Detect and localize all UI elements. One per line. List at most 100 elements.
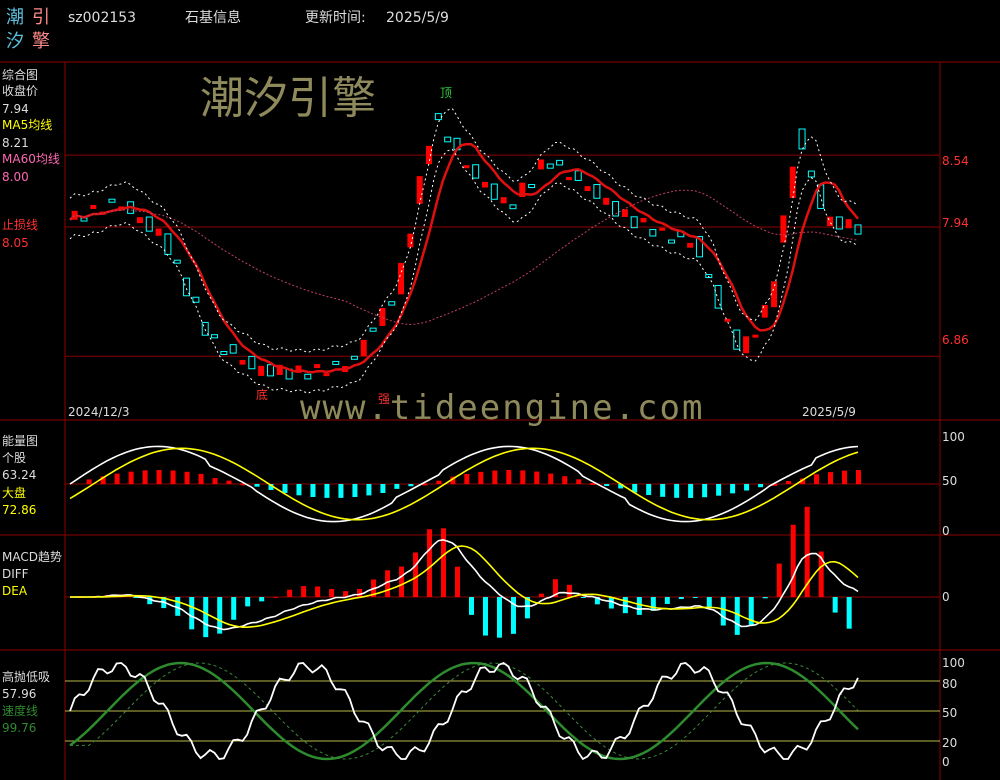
energy-bar xyxy=(464,473,470,484)
macd-bar xyxy=(734,597,740,635)
energy-title: 能量图 xyxy=(2,434,39,448)
close-label: 收盘价 xyxy=(2,84,39,98)
osc-tick: 0 xyxy=(942,755,950,769)
energy-bar xyxy=(380,484,386,494)
speed-label: 速度线 xyxy=(2,704,39,718)
candle-down xyxy=(145,216,153,232)
candle-down xyxy=(854,224,862,235)
candle-down xyxy=(798,128,806,150)
macd-bar xyxy=(413,552,419,597)
energy-bar xyxy=(758,484,764,488)
url-watermark: www.tideengine.com xyxy=(300,388,705,428)
candle-down xyxy=(229,344,237,354)
start-date: 2024/12/3 xyxy=(68,405,130,419)
bottom-mark: 底 xyxy=(256,388,269,402)
candle-up xyxy=(780,215,787,243)
logo-char: 潮 xyxy=(6,7,24,28)
candle-up xyxy=(687,242,694,248)
macd-bar xyxy=(315,586,321,597)
candle-up xyxy=(659,227,666,231)
osc-tick: 50 xyxy=(942,706,958,720)
energy-tick: 50 xyxy=(942,474,958,488)
macd-tick: 0 xyxy=(942,590,950,604)
macd-bar xyxy=(245,597,251,607)
macd-title: MACD趋势 xyxy=(2,550,62,564)
macd-bar xyxy=(329,589,335,597)
logo: 潮 引 汐 擎 xyxy=(6,6,58,56)
candle-down xyxy=(649,228,657,237)
price-tick: 6.86 xyxy=(942,333,969,347)
main-title: 综合图 xyxy=(2,68,39,82)
candle-down xyxy=(369,327,377,332)
energy-bar xyxy=(324,484,330,498)
candle-up xyxy=(500,197,507,204)
energy-bar xyxy=(310,484,316,498)
osc-tick: 80 xyxy=(942,677,958,691)
energy-bar xyxy=(86,479,92,484)
candle-down xyxy=(593,184,601,199)
end-date: 2025/5/9 xyxy=(802,405,856,419)
energy-bar xyxy=(296,484,302,496)
candle-up xyxy=(845,219,852,229)
macd-bar xyxy=(441,528,447,597)
macd-bar xyxy=(846,597,852,629)
osc-title: 高抛低吸 xyxy=(2,670,51,684)
macd-bar xyxy=(776,563,782,597)
candle-up xyxy=(416,176,423,204)
candle-down xyxy=(248,355,256,370)
candle-up xyxy=(481,181,488,188)
energy-bar xyxy=(128,471,134,484)
macd-bar xyxy=(832,597,838,613)
energy-bar xyxy=(254,484,260,487)
candle-down xyxy=(304,373,312,380)
energy-bar xyxy=(338,484,344,498)
logo-char: 擎 xyxy=(32,31,50,52)
macd-bar xyxy=(650,597,656,611)
candle-down xyxy=(733,329,741,350)
energy-bar xyxy=(828,472,834,484)
candle-down xyxy=(528,184,536,189)
candle-down xyxy=(667,239,675,244)
macd-bar xyxy=(706,597,712,608)
energy-stock-value: 63.24 xyxy=(2,468,37,482)
energy-tick: 100 xyxy=(942,430,965,444)
candle-down xyxy=(472,164,480,179)
energy-bar xyxy=(520,470,526,484)
energy-bar xyxy=(198,473,204,484)
macd-bar xyxy=(427,529,433,597)
brand-watermark: 潮汐引擎 xyxy=(200,73,376,124)
macd-bar xyxy=(399,566,405,597)
energy-bar xyxy=(744,484,750,491)
macd-bar xyxy=(692,597,698,598)
energy-bar xyxy=(226,480,232,484)
candle-up xyxy=(537,159,544,170)
ma5-label: MA5均线 xyxy=(2,118,53,132)
candle-up xyxy=(640,217,647,223)
stop-label: 止损线 xyxy=(2,218,39,232)
energy-bar xyxy=(408,484,414,487)
close-value: 7.94 xyxy=(2,102,29,116)
macd-bar xyxy=(664,597,670,604)
candle-down xyxy=(807,170,815,178)
candle-down xyxy=(164,233,172,255)
candle-down xyxy=(444,136,452,143)
candle-down xyxy=(630,216,638,229)
energy-bar xyxy=(786,481,792,484)
macd-bar xyxy=(189,597,195,630)
energy-bar xyxy=(576,479,582,484)
dea-label: DEA xyxy=(2,584,28,598)
stop-value: 8.05 xyxy=(2,236,29,250)
candle-down xyxy=(108,198,116,203)
candle-down xyxy=(266,364,274,377)
speed-value: 99.76 xyxy=(2,721,37,735)
macd-bar xyxy=(538,593,544,597)
energy-bar xyxy=(114,473,120,484)
macd-bar xyxy=(259,597,265,602)
candle-up xyxy=(398,262,405,295)
energy-bar xyxy=(394,484,400,489)
energy-tick: 0 xyxy=(942,524,950,538)
energy-market-value: 72.86 xyxy=(2,503,37,517)
candle-up xyxy=(426,145,433,165)
candle-up xyxy=(360,339,367,357)
macd-bar xyxy=(580,597,586,598)
